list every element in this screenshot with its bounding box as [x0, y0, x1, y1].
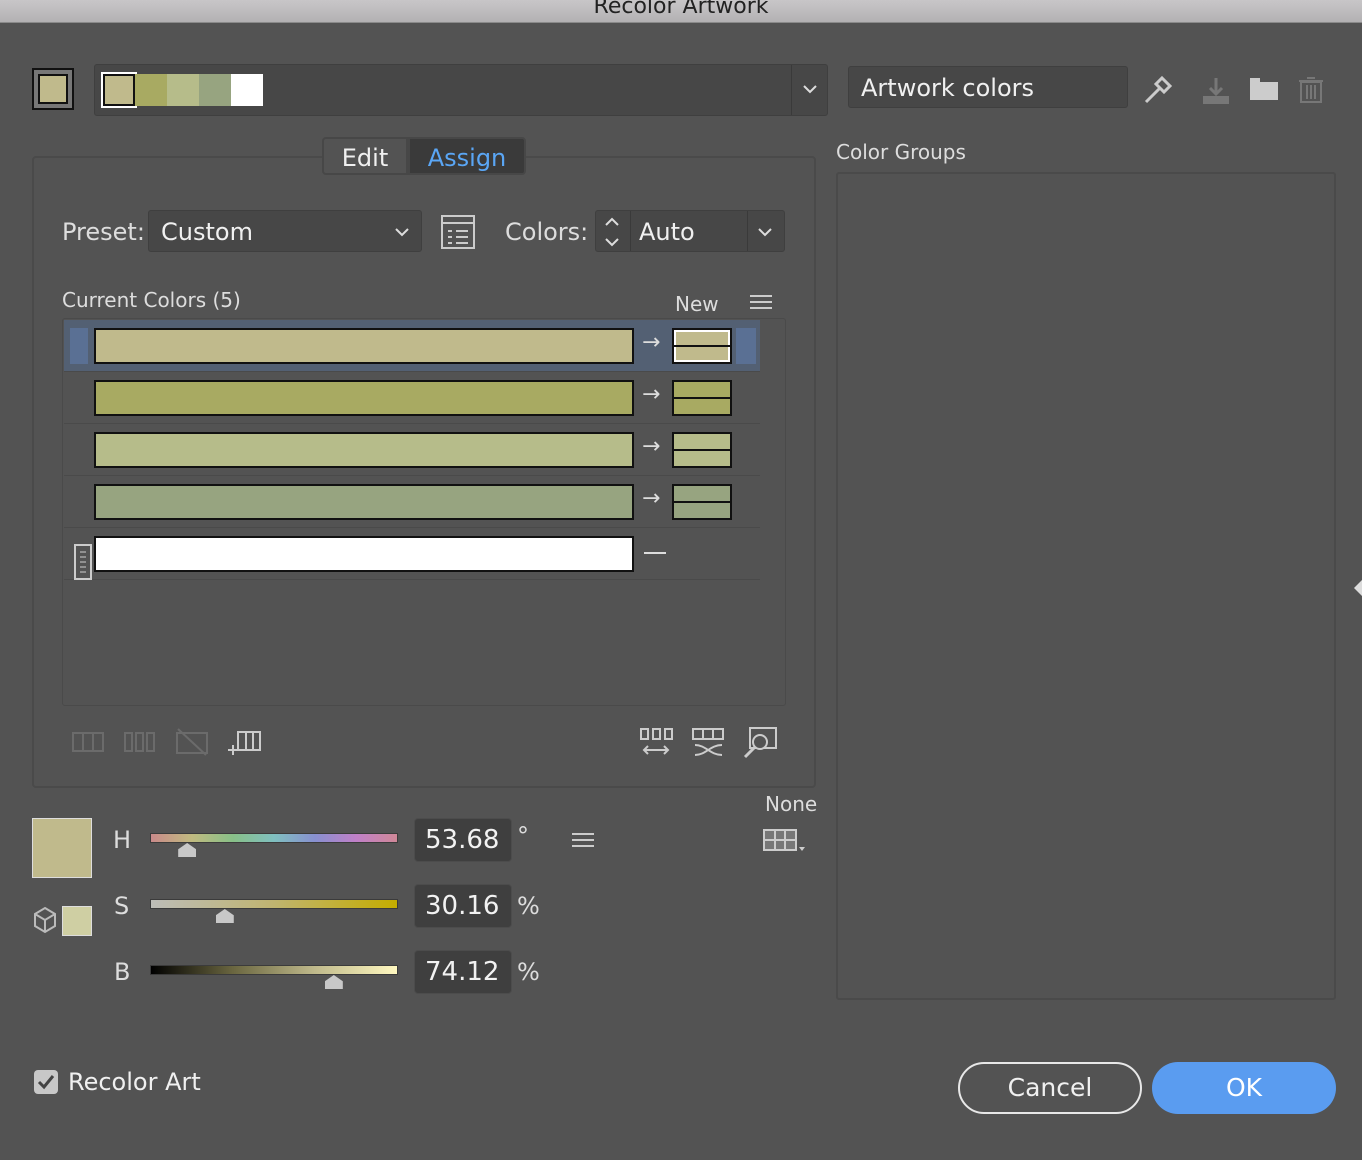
new-color-swatch[interactable]: [672, 380, 732, 416]
chevron-down-icon[interactable]: [758, 227, 772, 237]
group-name-input[interactable]: Artwork colors: [848, 66, 1128, 108]
s-label: S: [114, 892, 130, 920]
eyedropper-icon[interactable]: [1142, 74, 1174, 106]
chevron-down-icon: [802, 85, 817, 94]
save-group-icon[interactable]: [1200, 76, 1232, 106]
colors-label: Colors:: [505, 218, 589, 246]
active-color-swatch[interactable]: [32, 68, 74, 110]
selected-color-swatch: [32, 818, 92, 878]
color-row[interactable]: →: [64, 476, 760, 528]
current-color-bar[interactable]: [94, 328, 634, 364]
in-gamut-swatch[interactable]: [62, 906, 92, 936]
preset-label: Preset:: [62, 218, 145, 246]
chevron-down-icon: [395, 228, 409, 237]
saturation-input[interactable]: 30.16: [414, 884, 512, 928]
ok-button[interactable]: OK: [1152, 1062, 1336, 1114]
window-title: Recolor Artwork: [593, 0, 769, 19]
color-library-icon[interactable]: [763, 829, 807, 853]
color-groups-title: Color Groups: [836, 140, 966, 164]
arrow-right-icon[interactable]: →: [642, 434, 660, 459]
randomize-saturation-icon[interactable]: [692, 728, 726, 758]
tab-assign[interactable]: Assign: [408, 137, 526, 175]
hue-slider[interactable]: [150, 833, 398, 843]
preset-value: Custom: [161, 218, 253, 246]
saturation-slider[interactable]: [150, 899, 398, 909]
color-row[interactable]: [64, 528, 760, 580]
tab-edit[interactable]: Edit: [322, 137, 408, 175]
brightness-slider[interactable]: [150, 965, 398, 975]
menu-icon[interactable]: [572, 832, 594, 848]
b-label: B: [114, 958, 131, 986]
color-row[interactable]: →: [64, 424, 760, 476]
title-bar: Recolor Artwork: [0, 0, 1362, 23]
group-swatch[interactable]: [135, 74, 167, 106]
current-color-bar[interactable]: [94, 484, 634, 520]
out-of-gamut-icon[interactable]: [33, 906, 57, 934]
new-color-swatch[interactable]: [672, 328, 732, 364]
merge-colors-icon[interactable]: [72, 732, 104, 752]
color-row[interactable]: →: [64, 372, 760, 424]
recolor-art-checkbox[interactable]: [34, 1070, 58, 1094]
recolor-art-label: Recolor Art: [68, 1068, 201, 1096]
color-reduction-options-icon[interactable]: [440, 214, 476, 250]
brightness-input[interactable]: 74.12: [414, 950, 512, 994]
no-new-color-dash: [644, 552, 666, 554]
group-swatch[interactable]: [167, 74, 199, 106]
new-label: New: [675, 292, 719, 316]
saturation-unit: %: [517, 892, 540, 920]
group-swatch[interactable]: [231, 74, 263, 106]
colors-stepper[interactable]: Auto: [595, 210, 785, 252]
current-color-bar[interactable]: [94, 536, 634, 572]
stepper-arrows-icon[interactable]: [604, 215, 620, 249]
arrow-right-icon[interactable]: →: [642, 330, 660, 355]
hue-unit: °: [517, 822, 529, 850]
arrow-right-icon[interactable]: →: [642, 382, 660, 407]
preset-dropdown[interactable]: Custom: [148, 210, 422, 252]
trash-icon[interactable]: [1298, 76, 1324, 104]
color-row[interactable]: →: [64, 320, 760, 372]
none-label: None: [765, 792, 818, 816]
menu-icon[interactable]: [750, 294, 772, 310]
hue-input[interactable]: 53.68: [414, 818, 512, 862]
exclude-handle-icon[interactable]: [74, 544, 92, 580]
brightness-unit: %: [517, 958, 540, 986]
checkmark-icon: [37, 1075, 55, 1090]
current-color-bar[interactable]: [94, 380, 634, 416]
colors-value: Auto: [630, 211, 748, 251]
group-swatch[interactable]: [101, 72, 137, 108]
color-group-dropdown[interactable]: [791, 65, 827, 115]
cancel-button[interactable]: Cancel: [958, 1062, 1142, 1114]
arrow-right-icon[interactable]: →: [642, 486, 660, 511]
new-row-icon[interactable]: [228, 730, 262, 756]
current-colors-title: Current Colors (5): [62, 288, 241, 312]
folder-icon[interactable]: [1248, 78, 1280, 102]
color-groups-panel: [836, 172, 1336, 1000]
randomize-order-icon[interactable]: [640, 728, 674, 758]
exclude-colors-icon[interactable]: [176, 728, 208, 756]
new-color-swatch[interactable]: [672, 484, 732, 520]
current-color-bar[interactable]: [94, 432, 634, 468]
new-color-swatch[interactable]: [672, 432, 732, 468]
h-label: H: [113, 826, 132, 854]
find-color-icon[interactable]: [743, 726, 777, 760]
color-group-bar[interactable]: [94, 64, 828, 116]
group-swatch[interactable]: [199, 74, 231, 106]
separate-colors-icon[interactable]: [124, 732, 156, 752]
collapse-panel-handle[interactable]: [1354, 580, 1362, 596]
